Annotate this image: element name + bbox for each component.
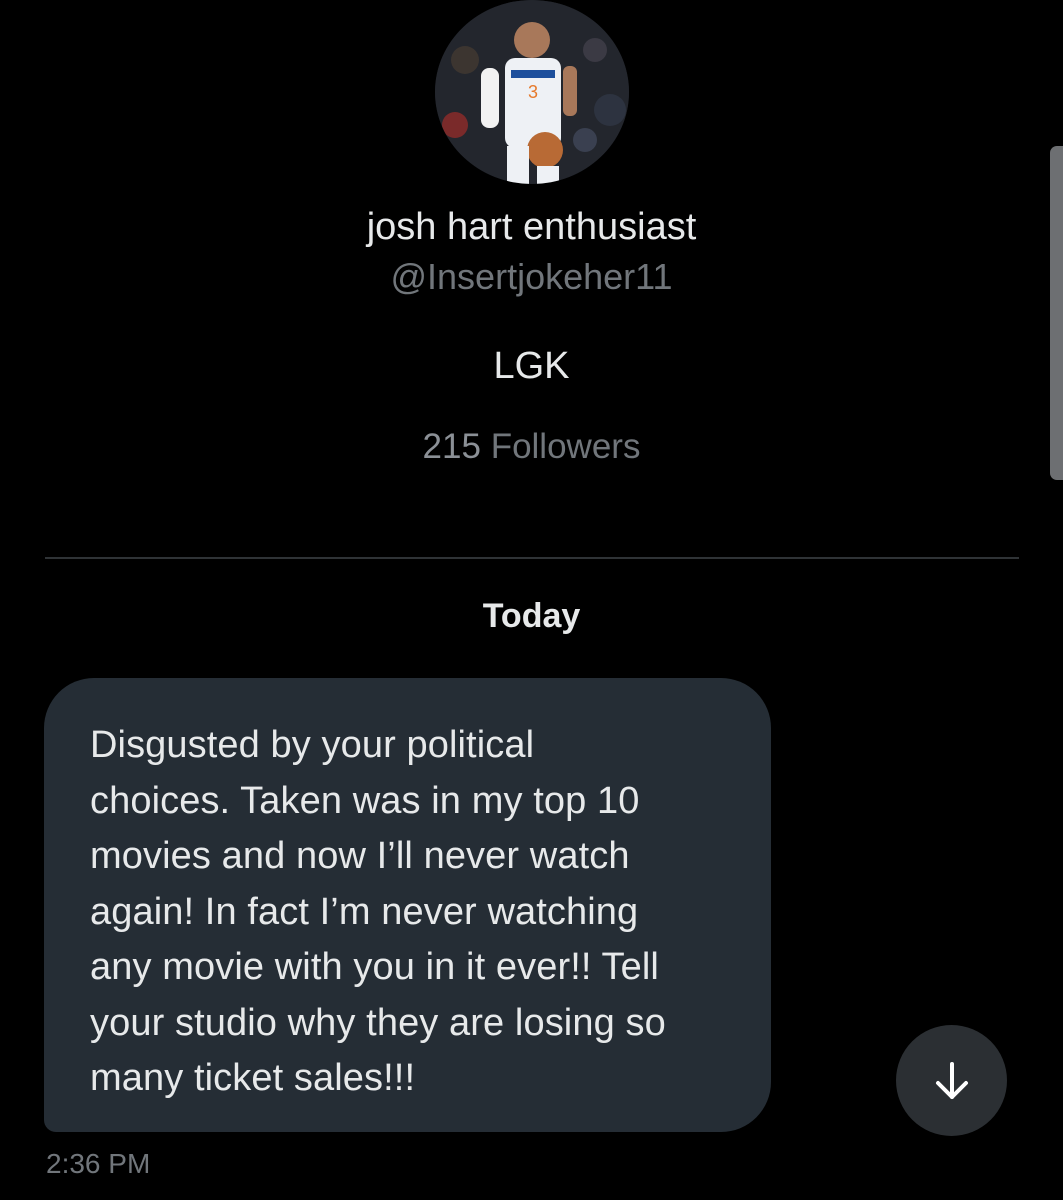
followers-label: Followers — [490, 427, 641, 466]
divider — [45, 557, 1019, 559]
svg-text:3: 3 — [528, 82, 538, 102]
scrollbar-thumb[interactable] — [1050, 146, 1063, 480]
user-handle: @Insertjokeher11 — [390, 256, 673, 297]
display-name: josh hart enthusiast — [366, 206, 697, 248]
profile-bio: LGK — [493, 345, 570, 387]
message-bubble[interactable]: Disgusted by your political choices. Tak… — [44, 678, 771, 1132]
followers-count: 215 — [422, 427, 481, 466]
followers-link[interactable]: 215 Followers — [0, 424, 1063, 470]
message-text: Disgusted by your political choices. Tak… — [90, 724, 666, 1099]
avatar-image: 3 — [435, 0, 629, 184]
date-separator: Today — [482, 597, 581, 635]
arrow-down-icon — [935, 1061, 968, 1099]
profile-avatar[interactable]: 3 — [435, 0, 629, 184]
message-timestamp: 2:36 PM — [46, 1148, 151, 1179]
scroll-to-bottom-button[interactable] — [896, 1025, 1007, 1136]
